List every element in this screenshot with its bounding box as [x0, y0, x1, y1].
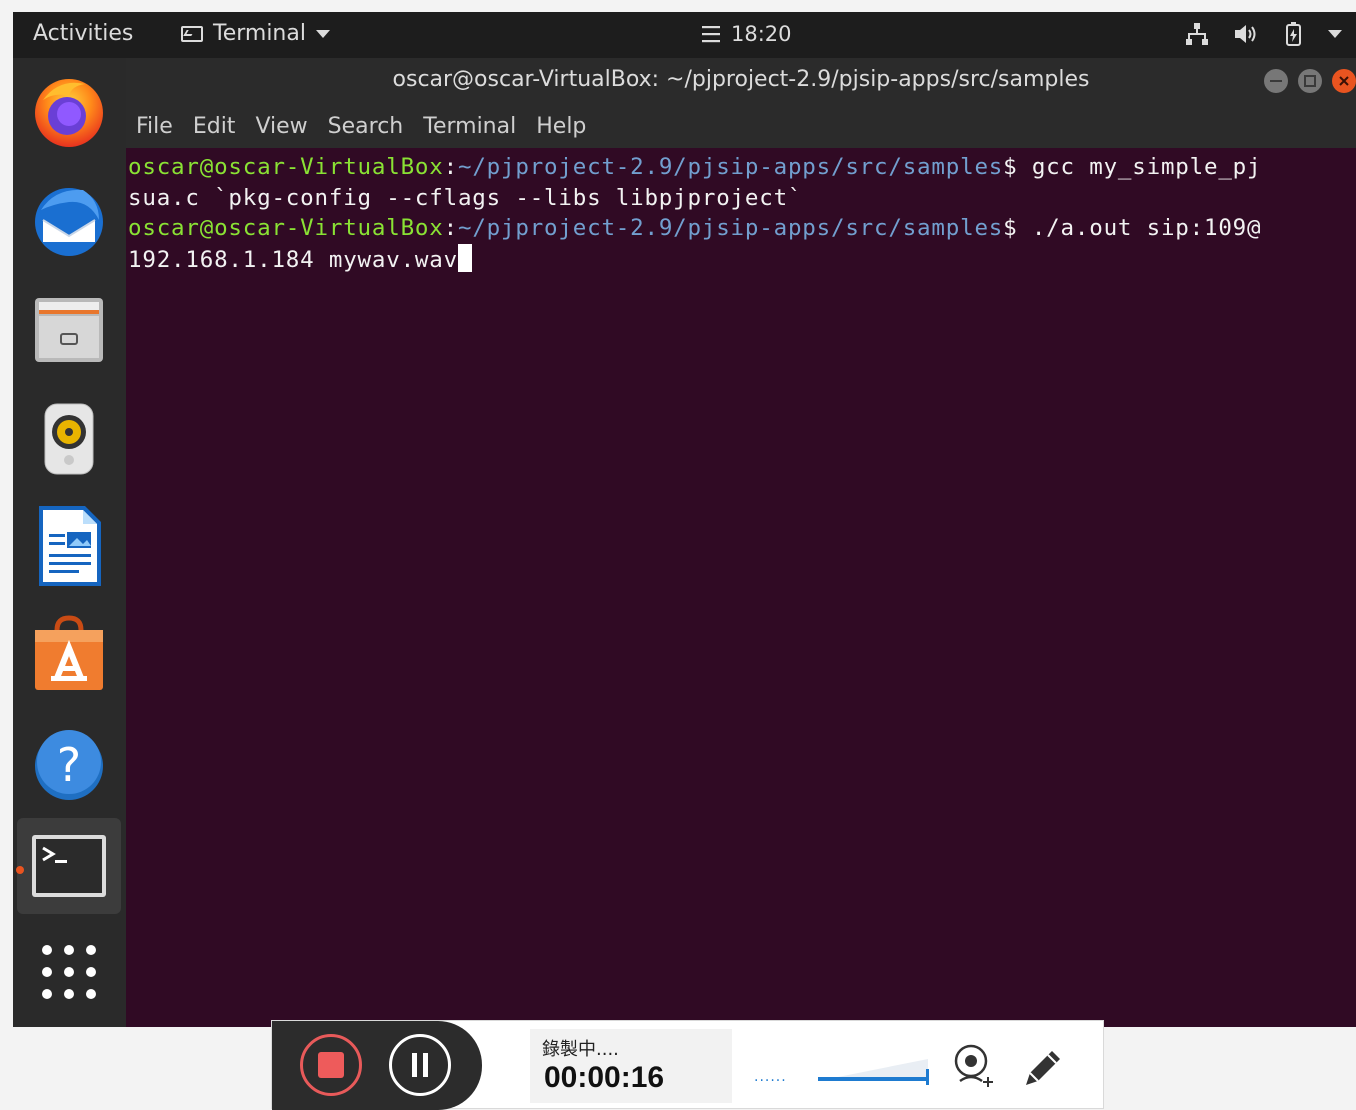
- svg-text:?: ?: [57, 738, 81, 792]
- menu-terminal[interactable]: Terminal: [423, 114, 516, 139]
- firefox-icon: [35, 79, 103, 147]
- dock-show-apps[interactable]: [25, 928, 113, 1016]
- dock-item-software[interactable]: [25, 610, 113, 698]
- pause-record-button[interactable]: [389, 1034, 451, 1096]
- maximize-icon: [1304, 75, 1316, 87]
- recording-status-label: 錄製中....: [542, 1039, 619, 1060]
- software-center-icon: [35, 615, 103, 690]
- show-apps-icon: [42, 945, 96, 999]
- dock-item-terminal[interactable]: [17, 818, 121, 914]
- system-menu-chevron-icon[interactable]: [1328, 30, 1342, 38]
- webcam-add-icon[interactable]: [952, 1043, 998, 1089]
- menu-help[interactable]: Help: [536, 114, 586, 139]
- battery-charging-icon[interactable]: [1280, 21, 1306, 47]
- command-text: $ ./a.out sip:109@: [1003, 215, 1262, 241]
- terminal-window: oscar@oscar-VirtualBox: ~/pjproject-2.9/…: [126, 58, 1356, 1027]
- menu-bar: File Edit View Search Terminal Help: [126, 104, 1356, 148]
- terminal-line-2: sua.c `pkg-config --cflags --libs libpjp…: [128, 184, 803, 211]
- menu-view[interactable]: View: [255, 114, 307, 139]
- volume-slider[interactable]: [816, 1055, 936, 1089]
- terminal-line-1: oscar@oscar-VirtualBox:~/pjproject-2.9/p…: [128, 154, 1262, 180]
- thunderbird-icon: [35, 188, 103, 256]
- dock: ?: [13, 58, 126, 1027]
- prompt-user: oscar@oscar-VirtualBox: [128, 154, 444, 180]
- system-tray[interactable]: [1184, 21, 1342, 47]
- window-title: oscar@oscar-VirtualBox: ~/pjproject-2.9/…: [392, 67, 1090, 92]
- audio-level-dots: ......: [754, 1069, 787, 1085]
- app-menu-label: Terminal: [213, 21, 306, 46]
- stop-icon: [318, 1052, 344, 1078]
- stop-record-button[interactable]: [300, 1034, 362, 1096]
- network-wired-icon[interactable]: [1184, 21, 1210, 47]
- close-button[interactable]: [1332, 69, 1356, 93]
- pen-annotate-icon[interactable]: [1020, 1045, 1066, 1091]
- notification-list-icon: [702, 26, 720, 43]
- menu-search[interactable]: Search: [328, 114, 404, 139]
- libreoffice-writer-icon: [39, 506, 101, 586]
- dock-item-help[interactable]: ?: [25, 720, 113, 808]
- pause-icon: [412, 1053, 428, 1077]
- terminal-icon: [32, 835, 106, 897]
- volume-icon[interactable]: [1232, 21, 1258, 47]
- dock-item-writer[interactable]: [25, 502, 113, 590]
- command-continuation: 192.168.1.184 mywav.wav: [128, 246, 458, 273]
- recording-status: 錄製中.... 00:00:16: [530, 1029, 732, 1103]
- menu-edit[interactable]: Edit: [193, 114, 236, 139]
- terminal-output[interactable]: oscar@oscar-VirtualBox:~/pjproject-2.9/p…: [126, 148, 1356, 275]
- dock-item-files[interactable]: [25, 286, 113, 374]
- dock-item-firefox[interactable]: [25, 66, 113, 154]
- minimize-icon: [1270, 80, 1282, 82]
- clock-time: 18:20: [731, 22, 792, 46]
- text-cursor: [457, 243, 472, 272]
- maximize-button[interactable]: [1298, 69, 1322, 93]
- minimize-button[interactable]: [1264, 69, 1288, 93]
- help-icon: ?: [35, 730, 103, 800]
- files-icon: [35, 298, 103, 362]
- chevron-down-icon: [315, 29, 330, 38]
- dock-item-thunderbird[interactable]: [25, 176, 113, 264]
- top-bar: Activities Terminal 18:20: [13, 12, 1356, 58]
- close-icon: [1339, 76, 1349, 86]
- running-indicator: [16, 866, 24, 874]
- screen-recorder-bar: 錄製中.... 00:00:16 ......: [271, 1020, 1104, 1110]
- prompt-path: ~/pjproject-2.9/pjsip-apps/src/samples: [457, 154, 1004, 180]
- app-menu[interactable]: Terminal: [181, 21, 330, 46]
- rhythmbox-icon: [44, 403, 94, 475]
- dock-item-rhythmbox[interactable]: [25, 394, 113, 482]
- recording-timer: 00:00:16: [544, 1061, 665, 1094]
- menu-file[interactable]: File: [136, 114, 173, 139]
- terminal-line-3: oscar@oscar-VirtualBox:~/pjproject-2.9/p…: [128, 215, 1262, 241]
- terminal-line-4: 192.168.1.184 mywav.wav: [128, 243, 1356, 276]
- clock[interactable]: 18:20: [701, 22, 792, 46]
- terminal-mini-icon: [181, 25, 203, 42]
- title-bar[interactable]: oscar@oscar-VirtualBox: ~/pjproject-2.9/…: [126, 58, 1356, 104]
- command-text: $ gcc my_simple_pj: [1003, 154, 1262, 180]
- activities-button[interactable]: Activities: [33, 21, 133, 46]
- prompt-user: oscar@oscar-VirtualBox: [128, 215, 444, 241]
- prompt-path: ~/pjproject-2.9/pjsip-apps/src/samples: [457, 215, 1004, 241]
